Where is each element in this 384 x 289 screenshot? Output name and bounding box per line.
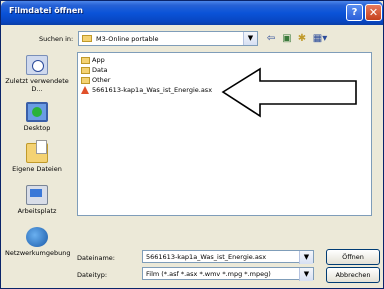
filetype-combobox[interactable]: Film (*.asf *.asx *.wmv *.mpg *.mpeg) ▼ xyxy=(142,267,314,281)
filename-combobox[interactable]: 5661613-kap1a_Was_ist_Energie.asx ▼ xyxy=(142,250,314,264)
arrow-annotation xyxy=(221,67,357,118)
chevron-down-icon[interactable]: ▼ xyxy=(299,268,313,281)
filetype-label: Dateityp: xyxy=(77,271,108,279)
filename-value: 5661613-kap1a_Was_ist_Energie.asx xyxy=(146,253,267,261)
cancel-button[interactable]: Abbrechen xyxy=(326,267,380,283)
filename-label: Dateiname: xyxy=(77,254,115,262)
file-open-dialog: Filmdatei öffnen ? ✕ Suchen in: M3-Onlin… xyxy=(0,0,384,289)
filetype-value: Film (*.asf *.asx *.wmv *.mpg *.mpeg) xyxy=(146,270,271,278)
chevron-down-icon[interactable]: ▼ xyxy=(299,251,313,264)
open-button[interactable]: Öffnen xyxy=(326,249,380,265)
